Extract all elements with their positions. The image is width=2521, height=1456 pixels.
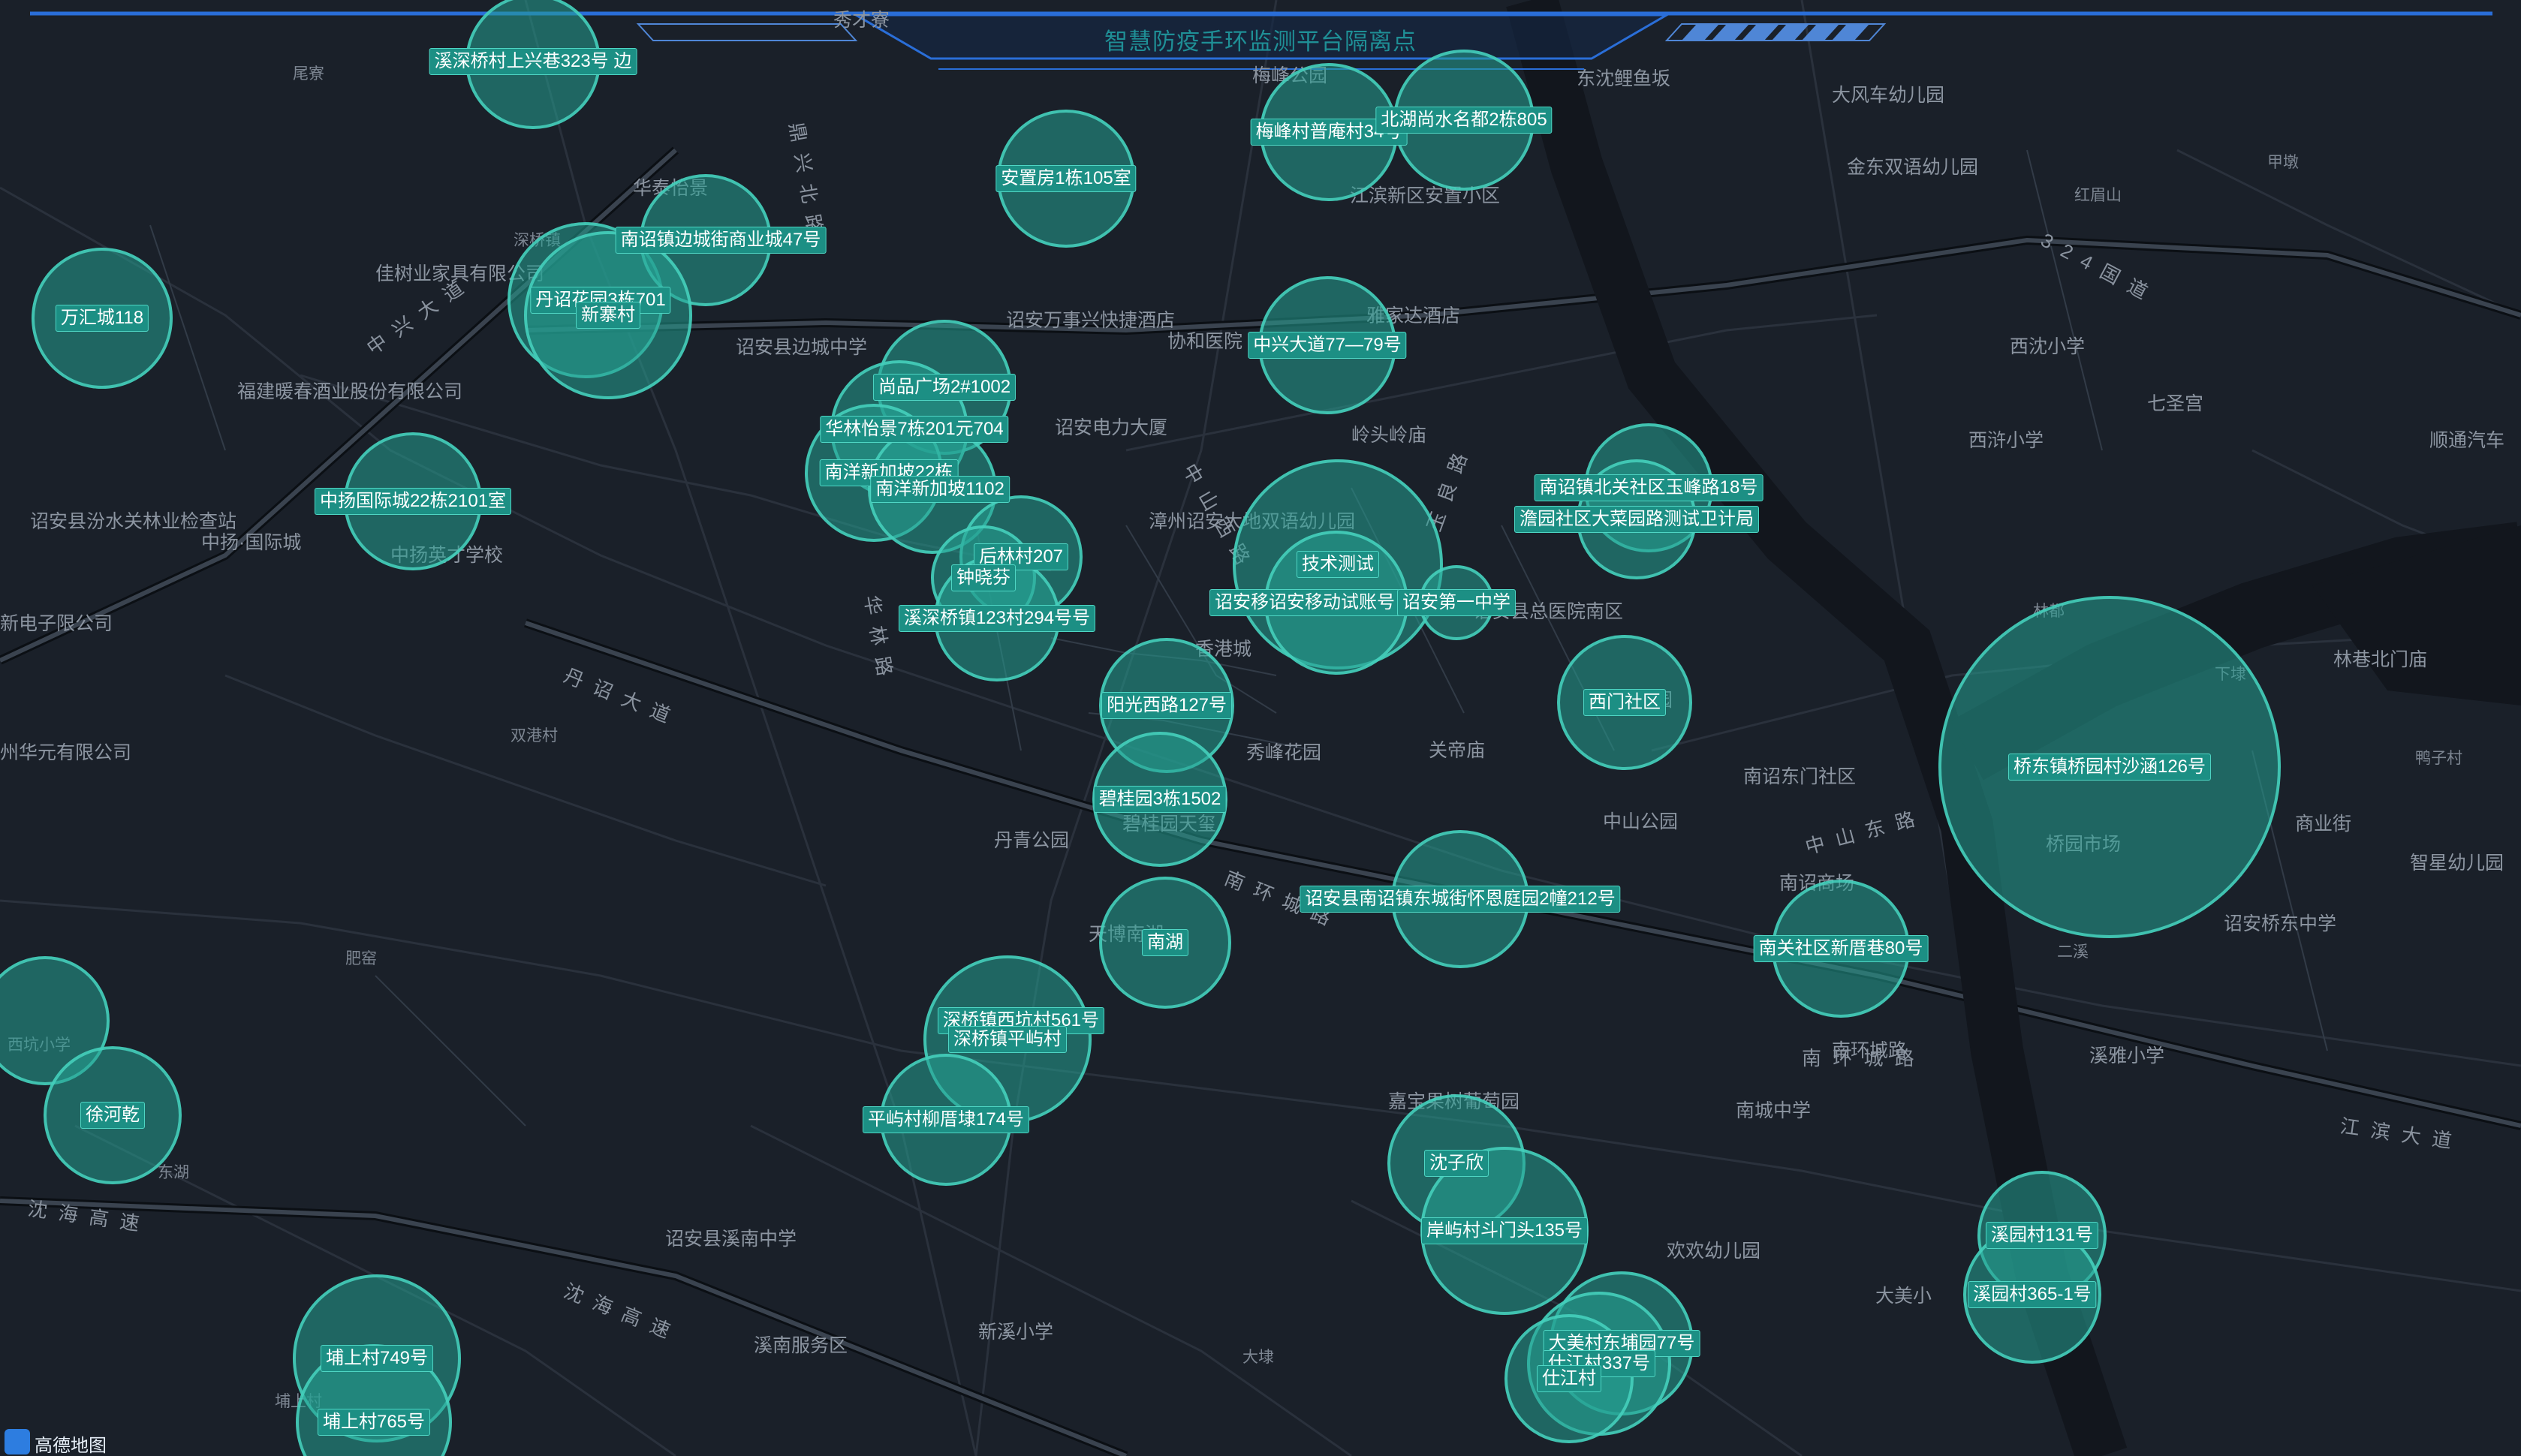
place-label: 鸭子村 bbox=[2415, 750, 2462, 767]
isolation-point-label[interactable]: 岸屿村斗门头135号 bbox=[1420, 1217, 1589, 1244]
place-label: 秀才寮 bbox=[833, 10, 890, 31]
isolation-point-label[interactable]: 仕江村 bbox=[1537, 1365, 1601, 1392]
place-label: 双港村 bbox=[511, 727, 558, 745]
place-label: 溪雅小学 bbox=[2089, 1045, 2165, 1066]
place-label: 西浒小学 bbox=[1968, 430, 2044, 451]
isolation-point-label[interactable]: 南湖 bbox=[1142, 929, 1188, 956]
isolation-point-label[interactable]: 溪园村131号 bbox=[1985, 1222, 2099, 1249]
isolation-point-label[interactable]: 埔上村749号 bbox=[320, 1345, 434, 1372]
place-label: 诏安桥东中学 bbox=[2224, 913, 2337, 934]
isolation-point-label[interactable]: 澹园社区大菜园路测试卫计局 bbox=[1514, 506, 1759, 533]
place-label: 关帝庙 bbox=[1429, 740, 1486, 761]
place-label: 七圣宫 bbox=[2147, 393, 2204, 414]
isolation-point-label[interactable]: 碧桂园3栋1502 bbox=[1093, 786, 1227, 813]
isolation-point-label[interactable]: 桥东镇桥园村沙涵126号 bbox=[2007, 754, 2212, 781]
place-label: 福建暖春酒业股份有限公司 bbox=[237, 381, 463, 402]
place-label: 欢欢幼儿园 bbox=[1667, 1241, 1761, 1262]
place-label: 南环城路 bbox=[1832, 1040, 1908, 1061]
place-label: 新溪小学 bbox=[978, 1322, 1054, 1343]
isolation-point-label[interactable]: 中兴大道77—79号 bbox=[1248, 332, 1407, 359]
isolation-point-label[interactable]: 阳光西路127号 bbox=[1101, 692, 1233, 719]
isolation-point-label[interactable]: 平屿村柳厝埭174号 bbox=[862, 1106, 1030, 1133]
place-label: 红眉山 bbox=[2074, 187, 2122, 204]
map-logo-text: 高德地图 bbox=[35, 1436, 107, 1456]
isolation-point-label[interactable]: 北湖尚水名都2栋805 bbox=[1375, 107, 1553, 134]
place-label: 大风车幼儿园 bbox=[1832, 85, 1945, 106]
place-label: 秀峰花园 bbox=[1246, 742, 1322, 763]
isolation-point-label[interactable]: 万汇城118 bbox=[55, 305, 149, 332]
place-label: 诏安县边城中学 bbox=[736, 337, 868, 358]
page-title: 智慧防疫手环监测平台隔离点 bbox=[1104, 29, 1417, 55]
map-logo: 高德地图 bbox=[2, 1426, 122, 1456]
isolation-point-label[interactable]: 诏安县南诏镇东城街怀恩庭园2幢212号 bbox=[1300, 886, 1621, 913]
place-label: 西沈小学 bbox=[2010, 336, 2086, 357]
place-label: 南城中学 bbox=[1736, 1100, 1812, 1121]
isolation-point-label[interactable]: 诏安移诏安移动试账号 bbox=[1209, 589, 1400, 616]
place-label: 新电子限公司 bbox=[0, 613, 113, 634]
isolation-point-label[interactable]: 深桥镇平屿村 bbox=[948, 1026, 1067, 1053]
place-label: 顺通汽车 bbox=[2429, 430, 2505, 451]
place-label: 商业街 bbox=[2295, 814, 2352, 835]
isolation-point-label[interactable]: 南洋新加坡1102 bbox=[870, 476, 1010, 503]
place-label: 诏安县汾水关林业检查站 bbox=[30, 511, 237, 532]
place-label: 丹青公园 bbox=[994, 830, 1070, 851]
place-label: 林巷北门庙 bbox=[2333, 649, 2428, 670]
place-label: 南诏东门社区 bbox=[1743, 766, 1857, 787]
place-label: 大美小 bbox=[1875, 1286, 1932, 1307]
place-label: 肥窑 bbox=[345, 950, 377, 967]
isolation-point-label[interactable]: 南关社区新厝巷80号 bbox=[1753, 935, 1929, 962]
place-label: 大埭 bbox=[1242, 1349, 1274, 1366]
place-label: 溪南服务区 bbox=[754, 1335, 848, 1356]
isolation-point-label[interactable]: 诏安第一中学 bbox=[1397, 589, 1516, 616]
isolation-point-label[interactable]: 徐河乾 bbox=[80, 1102, 145, 1129]
isolation-point-label[interactable]: 尚品广场2#1002 bbox=[872, 374, 1017, 401]
place-label: 州华元有限公司 bbox=[0, 742, 132, 763]
isolation-point-label[interactable]: 溪深桥镇123村294号号 bbox=[898, 605, 1096, 632]
isolation-point-label[interactable]: 新寨村 bbox=[576, 302, 640, 329]
isolation-point-label[interactable]: 安置房1栋105室 bbox=[995, 165, 1137, 192]
amap-logo-icon bbox=[5, 1429, 30, 1454]
isolation-point-label[interactable]: 华林怡景7栋201元704 bbox=[820, 416, 1009, 443]
isolation-point-label[interactable]: 沈子欣 bbox=[1424, 1150, 1489, 1177]
isolation-point-label[interactable]: 中扬国际城22栋2101室 bbox=[314, 488, 512, 515]
isolation-point-label[interactable]: 技术测试 bbox=[1297, 551, 1379, 578]
place-label: 东沈鲤鱼坂 bbox=[1577, 68, 1671, 89]
place-label: 中山公园 bbox=[1603, 811, 1679, 832]
place-label: 诏安电力大厦 bbox=[1055, 417, 1168, 438]
isolation-point-label[interactable]: 南诏镇北关社区玉峰路18号 bbox=[1534, 474, 1763, 501]
place-label: 智星幼儿园 bbox=[2410, 853, 2504, 874]
isolation-point-label[interactable]: 南诏镇边城街商业城47号 bbox=[615, 227, 827, 254]
isolation-point-label[interactable]: 西门社区 bbox=[1583, 689, 1666, 716]
place-label: 甲墩 bbox=[2267, 154, 2299, 171]
place-label: 金东双语幼儿园 bbox=[1847, 157, 1979, 178]
place-label: 尾寮 bbox=[293, 65, 324, 83]
isolation-point-label[interactable]: 溪深桥村上兴巷323号 边 bbox=[429, 48, 637, 75]
place-label: 岭头岭庙 bbox=[1351, 425, 1427, 446]
map-canvas[interactable]: 智慧防疫手环监测平台隔离点 沈 海 高 速沈 海 高 速丹 诏 大 道中 兴 大… bbox=[0, 0, 2521, 1456]
isolation-point-label[interactable]: 溪园村365-1号 bbox=[1968, 1281, 2097, 1308]
isolation-point-label[interactable]: 埔上村765号 bbox=[317, 1409, 431, 1436]
isolation-point-label[interactable]: 钟晓芬 bbox=[951, 564, 1016, 591]
place-label: 东湖 bbox=[158, 1164, 189, 1181]
place-label: 诏安万事兴快捷酒店 bbox=[1006, 310, 1176, 331]
place-label: 协和医院 bbox=[1167, 331, 1243, 352]
place-label: 诏安县溪南中学 bbox=[665, 1229, 797, 1250]
place-label: 中扬·国际城 bbox=[201, 532, 302, 553]
place-label: 二溪 bbox=[2057, 943, 2089, 961]
